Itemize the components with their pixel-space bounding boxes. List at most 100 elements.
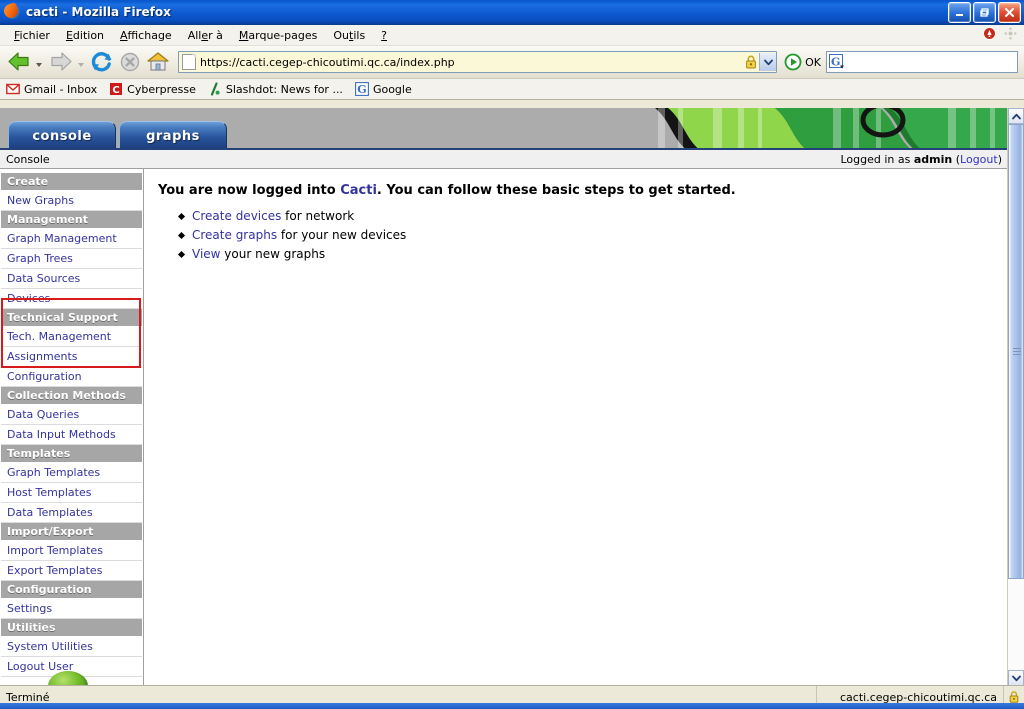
sidebar-item-new-graphs[interactable]: New Graphs — [1, 191, 142, 211]
sidebar-head-configuration: Configuration — [1, 581, 142, 599]
cacti-page: console graphs Console Logged in as admi… — [0, 108, 1008, 686]
getting-started-steps: Create devices for network Create graphs… — [158, 208, 1008, 262]
sidebar-item-configuration-ts[interactable]: Configuration — [1, 367, 142, 387]
url-text[interactable]: https://cacti.cegep-chicoutimi.qc.ca/ind… — [200, 56, 744, 69]
go-label: OK — [805, 55, 821, 69]
list-item: Create graphs for your new devices — [192, 227, 1008, 243]
sidebar-item-system-utilities[interactable]: System Utilities — [1, 637, 142, 657]
breadcrumb: Console — [6, 152, 50, 166]
search-input[interactable]: G — [826, 51, 1018, 73]
page-scrollbar[interactable] — [1007, 108, 1024, 686]
popup-blocked-icon[interactable] — [982, 26, 997, 41]
menu-outils[interactable]: Outils — [325, 27, 373, 44]
browser-window: cacti - Mozilla Firefox FFichierichier E… — [0, 0, 1024, 709]
cactus-banner — [618, 108, 1008, 150]
step-link-create-devices[interactable]: Create devices — [192, 209, 281, 223]
sidebar-item-graph-templates[interactable]: Graph Templates — [1, 463, 142, 483]
forward-dropdown-icon — [78, 63, 84, 67]
bookmark-slashdot[interactable]: Slashdot: News for ... — [208, 82, 343, 96]
bookmark-cyberpresse[interactable]: C Cyberpresse — [109, 82, 196, 96]
svg-text:G: G — [357, 83, 366, 96]
sidebar-item-data-sources[interactable]: Data Sources — [1, 269, 142, 289]
heading-part2: . You can follow these basic steps to ge… — [376, 183, 736, 198]
google-icon: G — [829, 54, 845, 70]
sidebar-head-create: Create — [1, 173, 142, 191]
bookmark-label: Cyberpresse — [127, 82, 196, 96]
cacti-header: console graphs — [0, 108, 1008, 150]
address-bar[interactable]: https://cacti.cegep-chicoutimi.qc.ca/ind… — [178, 51, 778, 73]
bookmarks-toolbar: Gmail - Inbox C Cyberpresse Slashdot: Ne… — [0, 79, 1024, 100]
cacti-tabs: console graphs — [8, 121, 230, 150]
close-button[interactable] — [998, 2, 1021, 23]
back-dropdown-icon[interactable] — [36, 63, 42, 67]
svg-text:G: G — [831, 55, 840, 68]
title-bar: cacti - Mozilla Firefox — [0, 0, 1024, 25]
sidebar-item-data-input-methods[interactable]: Data Input Methods — [1, 425, 142, 445]
window-title: cacti - Mozilla Firefox — [26, 5, 171, 19]
svg-text:C: C — [113, 85, 120, 96]
logout-link[interactable]: Logout — [960, 153, 998, 166]
back-button[interactable] — [4, 48, 34, 76]
bookmark-label: Google — [372, 82, 412, 96]
menubar-right-icons — [982, 26, 1018, 41]
page-title: You are now logged into Cacti. You can f… — [158, 183, 1008, 198]
scrollbar-thumb[interactable] — [1008, 124, 1024, 579]
step-link-create-graphs[interactable]: Create graphs — [192, 228, 277, 242]
scroll-down-button[interactable] — [1008, 670, 1024, 686]
sidebar-item-graph-trees[interactable]: Graph Trees — [1, 249, 142, 269]
page-icon — [182, 54, 196, 70]
scroll-up-button[interactable] — [1008, 108, 1024, 124]
sidebar-item-tech-management[interactable]: Tech. Management — [1, 327, 142, 347]
chevron-down-icon[interactable] — [759, 53, 777, 71]
sidebar-head-import-export: Import/Export — [1, 523, 142, 541]
username: admin — [913, 152, 953, 166]
tab-graphs[interactable]: graphs — [119, 121, 227, 150]
sidebar-head-collection-methods: Collection Methods — [1, 387, 142, 405]
menu-affichage[interactable]: Affichage — [112, 27, 180, 44]
step-rest: your new graphs — [220, 247, 326, 261]
sidebar-item-devices[interactable]: Devices — [1, 289, 142, 309]
menu-aller-a[interactable]: Aller à — [180, 27, 231, 44]
tab-console[interactable]: console — [8, 121, 116, 150]
bookmark-gmail[interactable]: Gmail - Inbox — [6, 82, 97, 96]
list-item: Create devices for network — [192, 208, 1008, 224]
main-content: You are now logged into Cacti. You can f… — [144, 169, 1008, 686]
sidebar-head-management: Management — [1, 211, 142, 229]
reload-button[interactable] — [88, 48, 116, 76]
step-link-view-graphs[interactable]: View — [192, 247, 220, 261]
step-rest: for network — [281, 209, 355, 223]
cacti-link[interactable]: Cacti — [340, 183, 377, 198]
list-item: View your new graphs — [192, 246, 1008, 262]
bookmark-google[interactable]: G Google — [354, 82, 412, 96]
sidebar-item-data-templates[interactable]: Data Templates — [1, 503, 142, 523]
maximize-button[interactable] — [973, 2, 996, 23]
menu-fichier[interactable]: FFichierichier — [6, 27, 58, 44]
slashdot-icon — [208, 82, 222, 96]
padlock-icon — [744, 54, 758, 70]
sidebar-head-utilities: Utilities — [1, 619, 142, 637]
logged-in-prefix: Logged in as — [840, 152, 911, 166]
heading-part1: You are now logged into — [158, 183, 341, 198]
extension-icon[interactable] — [1003, 26, 1018, 41]
sidebar-head-technical-support: Technical Support — [1, 309, 142, 327]
menu-bar: FFichierichier Edition Affichage Aller à… — [0, 25, 1024, 46]
firefox-icon — [2, 2, 22, 21]
sidebar-item-data-queries[interactable]: Data Queries — [1, 405, 142, 425]
menu-marque-pages[interactable]: Marque-pages — [231, 27, 325, 44]
minimize-button[interactable] — [948, 2, 971, 23]
bookmark-label: Gmail - Inbox — [24, 82, 98, 96]
sidebar-item-assignments[interactable]: Assignments — [1, 347, 142, 367]
scrollbar-track[interactable] — [1008, 124, 1024, 670]
sidebar-item-settings[interactable]: Settings — [1, 599, 142, 619]
home-button[interactable] — [144, 48, 172, 76]
sidebar-item-import-templates[interactable]: Import Templates — [1, 541, 142, 561]
sidebar-item-graph-management[interactable]: Graph Management — [1, 229, 142, 249]
sidebar-item-host-templates[interactable]: Host Templates — [1, 483, 142, 503]
stop-button — [116, 48, 144, 76]
menu-help[interactable]: ? — [373, 27, 395, 44]
step-rest: for your new devices — [277, 228, 407, 242]
taskbar-strip — [0, 703, 1024, 709]
go-button[interactable] — [784, 53, 802, 71]
sidebar-item-export-templates[interactable]: Export Templates — [1, 561, 142, 581]
menu-edition[interactable]: Edition — [58, 27, 112, 44]
